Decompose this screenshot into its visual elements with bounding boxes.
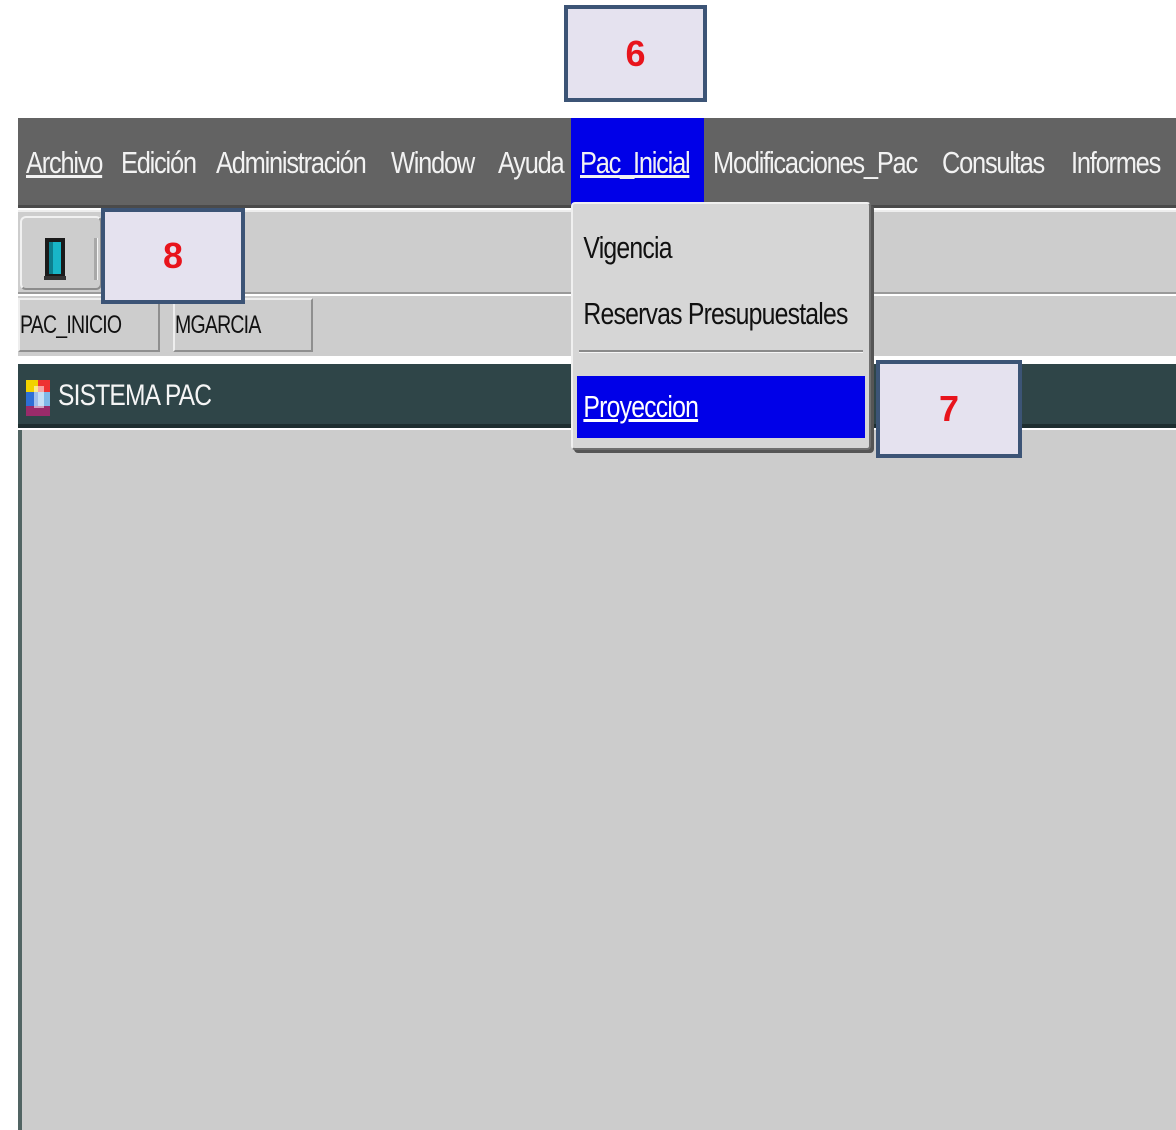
menu-item-vigencia[interactable]: Vigencia (577, 218, 865, 278)
menu-edicion[interactable]: Edición (121, 118, 197, 208)
callout-6: 6 (564, 5, 707, 102)
screenshot-page: Archivo Edición Administración Window Ay… (0, 0, 1176, 1130)
menu-window-label: Window (391, 145, 475, 180)
menu-informes[interactable]: Informes (1071, 118, 1161, 208)
menu-archivo[interactable]: Archivo (26, 118, 103, 208)
menu-ayuda-label: Ayuda (498, 145, 565, 180)
menu-pac-inicial-label: Pac_Inicial (580, 145, 691, 180)
door-icon[interactable] (44, 236, 66, 280)
menu-informes-label: Informes (1071, 145, 1161, 180)
menu-item-reservas-presupuestales[interactable]: Reservas Presupuestales (577, 284, 865, 344)
menu-administracion-label: Administración (216, 145, 367, 180)
menu-bar: Archivo Edición Administración Window Ay… (18, 118, 1176, 208)
callout-6-text: 6 (625, 32, 646, 74)
callout-7-text: 7 (938, 388, 960, 429)
toolbar-group (20, 216, 102, 290)
menu-consultas-label: Consultas (942, 145, 1045, 180)
status-user-text: MGARCIA (175, 310, 261, 339)
menu-window[interactable]: Window (391, 118, 475, 208)
toolbar-separator (94, 238, 98, 280)
callout-7: 7 (876, 360, 1022, 458)
window-client-area (18, 430, 1176, 1130)
callout-8: 8 (101, 208, 245, 304)
menu-archivo-label: Archivo (26, 145, 103, 180)
menu-separator (579, 350, 863, 353)
window-title: SISTEMA PAC (58, 379, 212, 412)
menu-modificaciones-pac[interactable]: Modificaciones_Pac (713, 118, 918, 208)
menu-edicion-label: Edición (121, 145, 197, 180)
menu-administracion[interactable]: Administración (216, 118, 367, 208)
menu-item-reservas-label: Reservas Presupuestales (583, 296, 848, 331)
status-form-text: PAC_INICIO (20, 310, 122, 339)
menu-item-vigencia-label: Vigencia (583, 230, 672, 265)
menu-ayuda[interactable]: Ayuda (498, 118, 565, 208)
menu-item-proyeccion[interactable]: Proyeccion (577, 376, 865, 438)
status-user-field: MGARCIA (173, 298, 313, 352)
menu-pac-inicial[interactable]: Pac_Inicial (580, 118, 691, 208)
callout-8-text: 8 (162, 235, 184, 276)
app-icon (26, 380, 50, 416)
status-form-field: PAC_INICIO (18, 298, 160, 352)
menu-modificaciones-pac-label: Modificaciones_Pac (713, 145, 918, 180)
menu-consultas[interactable]: Consultas (942, 118, 1045, 208)
pac-inicial-dropdown: Vigencia Reservas Presupuestales Proyecc… (571, 202, 871, 450)
menu-item-proyeccion-label: Proyeccion (583, 389, 699, 424)
